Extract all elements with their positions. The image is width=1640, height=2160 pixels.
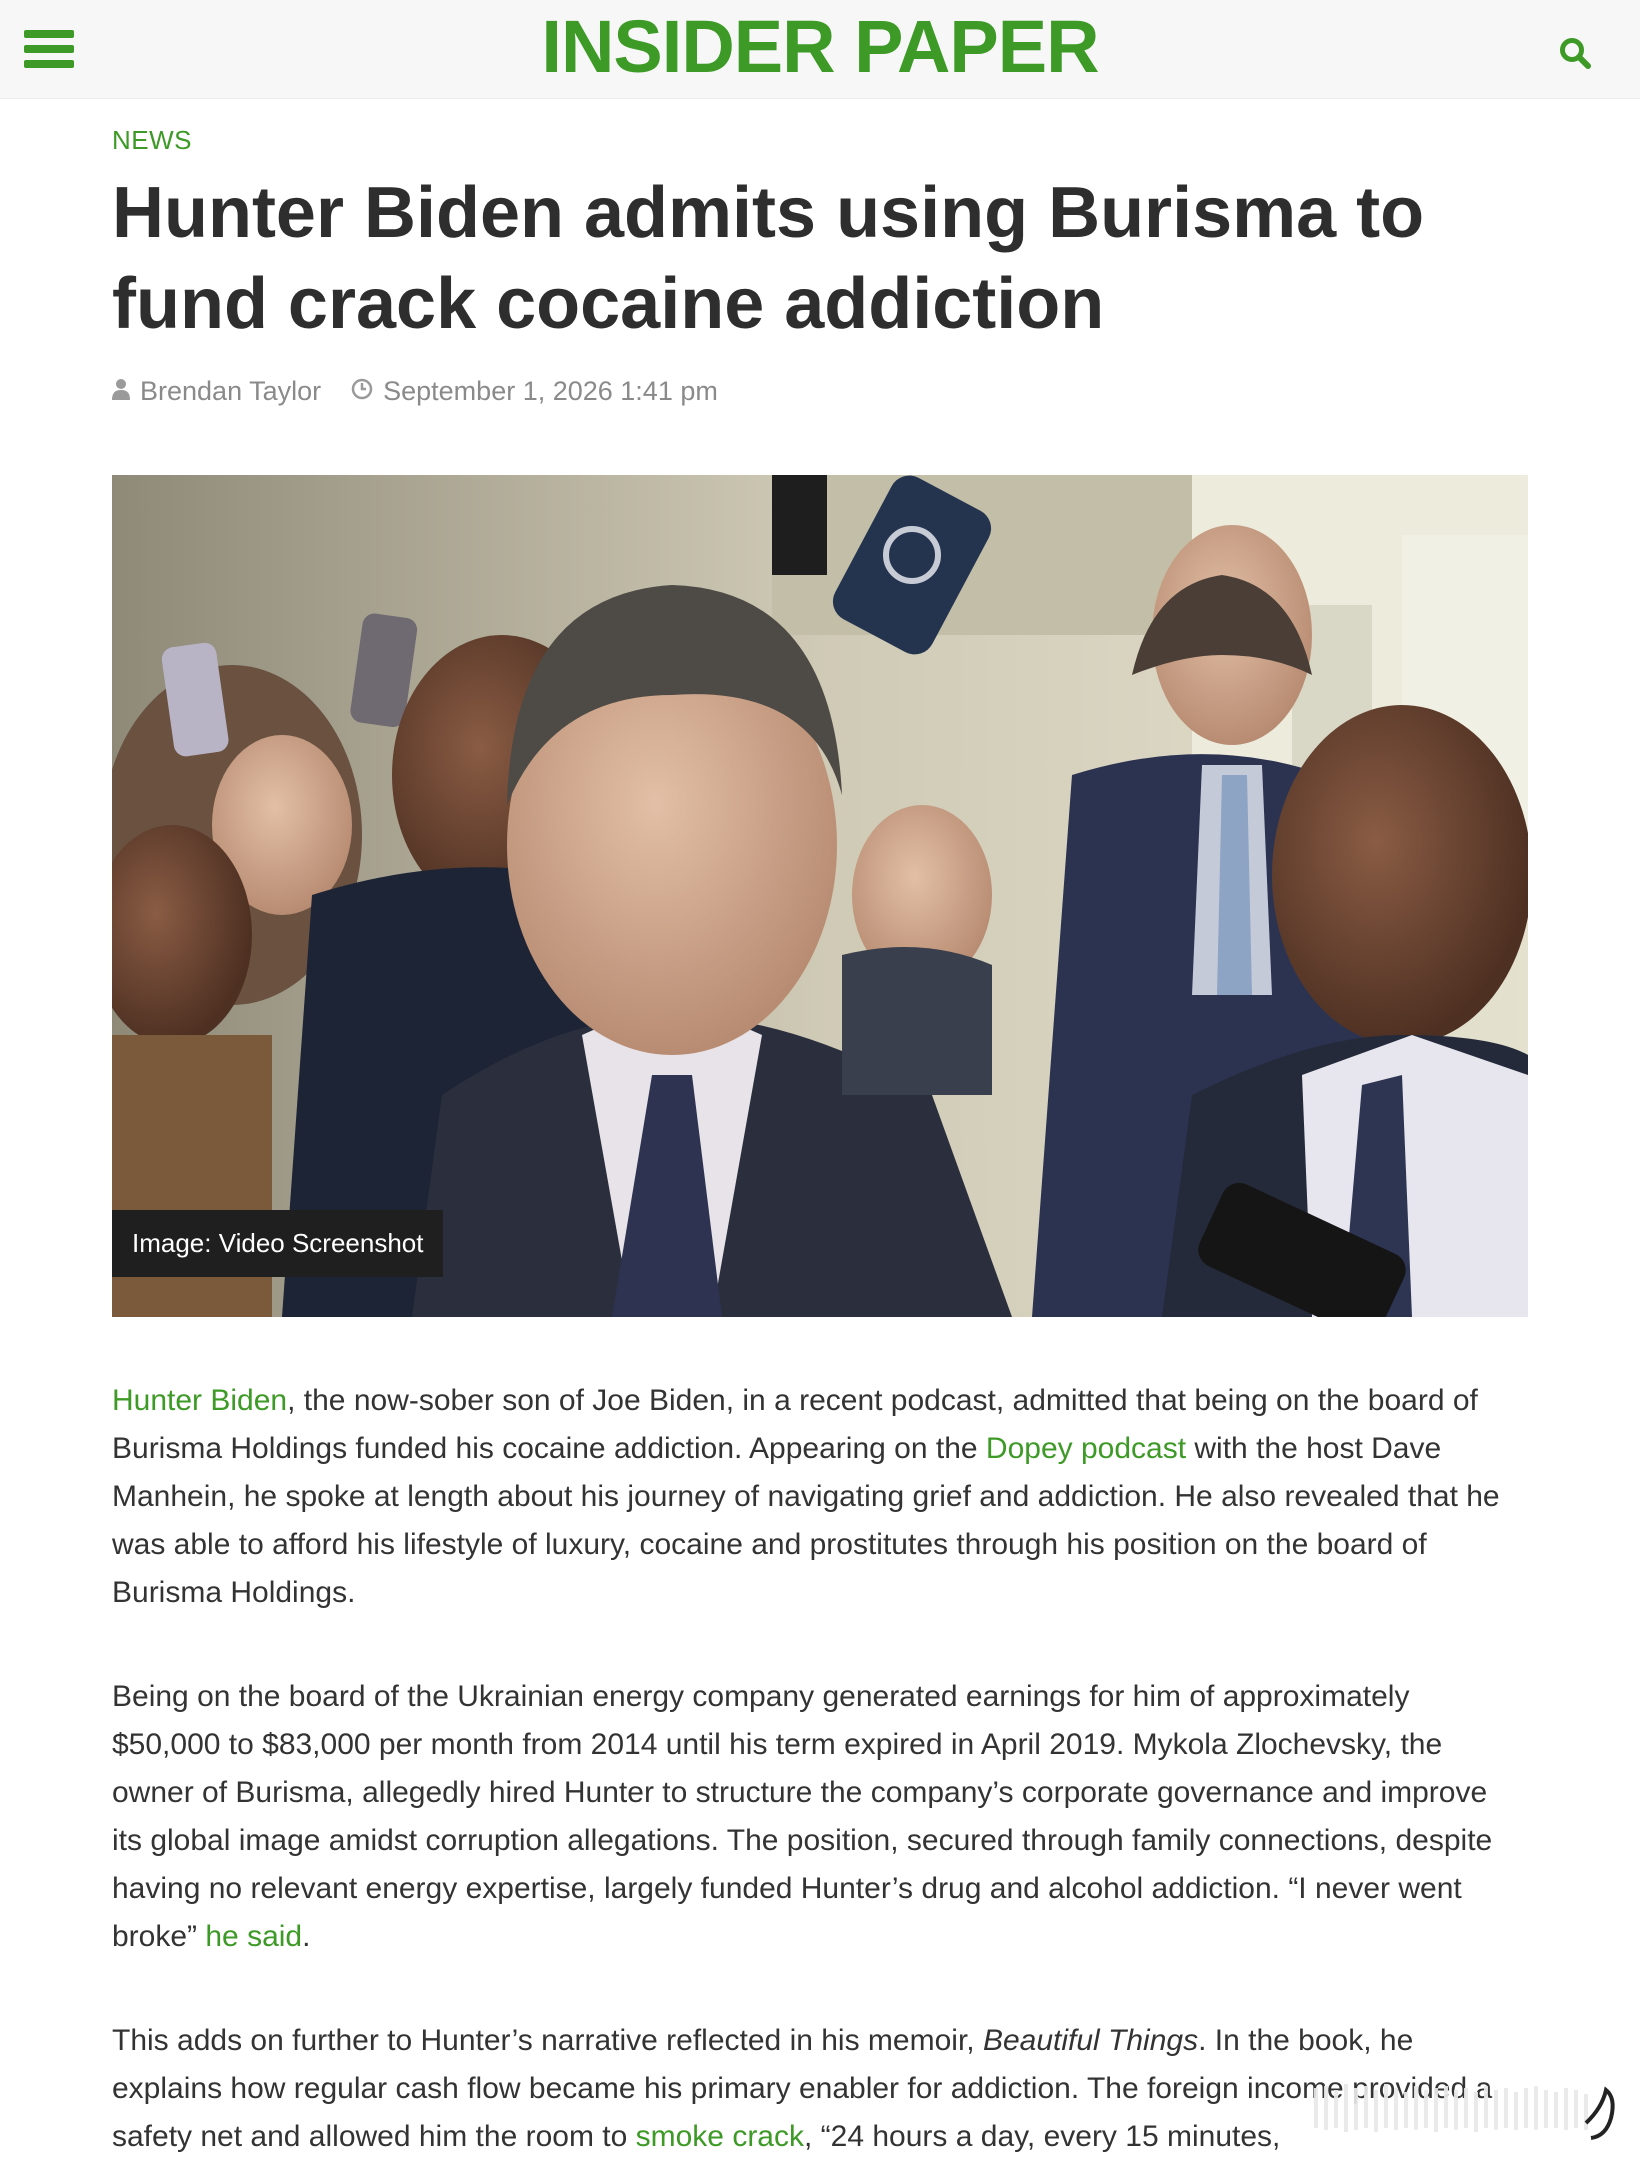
author-name[interactable]: Brendan Taylor	[140, 376, 321, 407]
search-icon[interactable]	[1558, 36, 1592, 70]
site-logo[interactable]: INSIDER PAPER	[0, 4, 1640, 89]
site-header: INSIDER PAPER	[0, 0, 1640, 99]
book-title: Beautiful Things	[982, 2024, 1199, 2057]
hunter-biden-link[interactable]: Hunter Biden	[112, 1384, 287, 1417]
p2-text-1: Being on the board of the Ukrainian ener…	[112, 1680, 1493, 1953]
image-caption: Image: Video Screenshot	[112, 1210, 444, 1277]
publish-date: September 1, 2026 1:41 pm	[383, 376, 718, 406]
user-icon	[112, 376, 130, 407]
p2-text-2: .	[302, 1920, 311, 1953]
p3-text-3: , “24 hours a day, every 15 minutes,	[804, 2120, 1281, 2153]
article-headline: Hunter Biden admits using Burisma to fun…	[112, 173, 1425, 344]
featured-image: Image: Video Screenshot	[112, 475, 1528, 1317]
category-link[interactable]: NEWS	[112, 125, 192, 156]
dopey-podcast-link[interactable]: Dopey podcast	[986, 1432, 1186, 1465]
article-paragraph-2: Being on the board of the Ukrainian ener…	[112, 1673, 1524, 1961]
smoke-crack-link[interactable]: smoke crack	[636, 2120, 804, 2153]
article-paragraph-1: Hunter Biden, the now-sober son of Joe B…	[112, 1377, 1524, 1617]
p3-text-1: This adds on further to Hunter’s narrati…	[112, 2024, 983, 2057]
clock-icon	[351, 376, 373, 407]
watermark-icon	[1306, 2068, 1626, 2152]
he-said-link[interactable]: he said	[205, 1920, 302, 1953]
article-meta: Brendan Taylor September 1, 2026 1:41 pm	[112, 376, 718, 407]
